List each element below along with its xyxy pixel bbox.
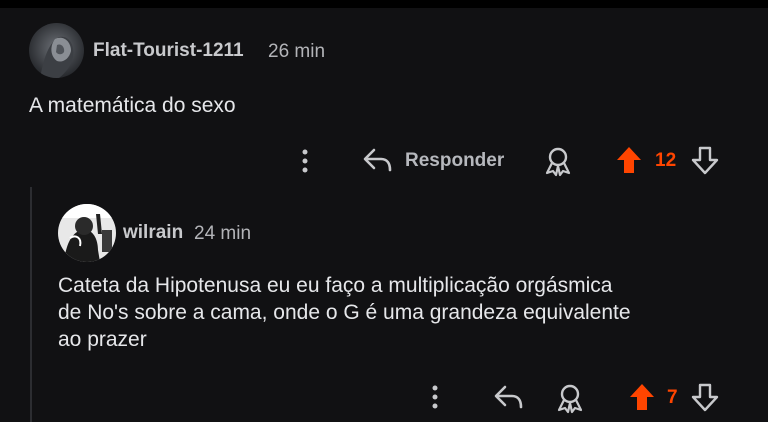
comment-thread-screen: Flat-Tourist-1211 26 min A matemática do… [0, 0, 768, 422]
reply-arrow-icon[interactable] [361, 146, 393, 174]
downvote-arrow-icon[interactable] [691, 382, 719, 412]
upvote-arrow-icon[interactable] [615, 145, 643, 175]
vote-score: 12 [655, 150, 677, 171]
thread-line[interactable] [30, 187, 32, 422]
avatar[interactable] [29, 23, 84, 78]
reply-button[interactable]: Responder [405, 150, 504, 172]
downvote-arrow-icon[interactable] [691, 145, 719, 175]
award-icon[interactable] [543, 145, 573, 177]
comment-author[interactable]: Flat-Tourist-1211 [93, 40, 244, 62]
comment-timestamp: 26 min [268, 41, 326, 62]
comment-body: Cateta da Hipotenusa eu eu faço a multip… [58, 274, 631, 351]
more-vertical-icon[interactable] [427, 384, 443, 410]
comment-body: A matemática do sexo [29, 94, 236, 117]
award-icon[interactable] [555, 382, 585, 414]
vote-score: 7 [667, 387, 678, 408]
avatar[interactable] [58, 204, 116, 262]
upvote-arrow-icon[interactable] [628, 382, 656, 412]
status-bar [0, 0, 768, 8]
comment-timestamp: 24 min [194, 223, 252, 244]
more-vertical-icon[interactable] [297, 148, 313, 174]
comment-author[interactable]: wilrain [123, 222, 183, 244]
reply-arrow-icon[interactable] [492, 383, 524, 411]
